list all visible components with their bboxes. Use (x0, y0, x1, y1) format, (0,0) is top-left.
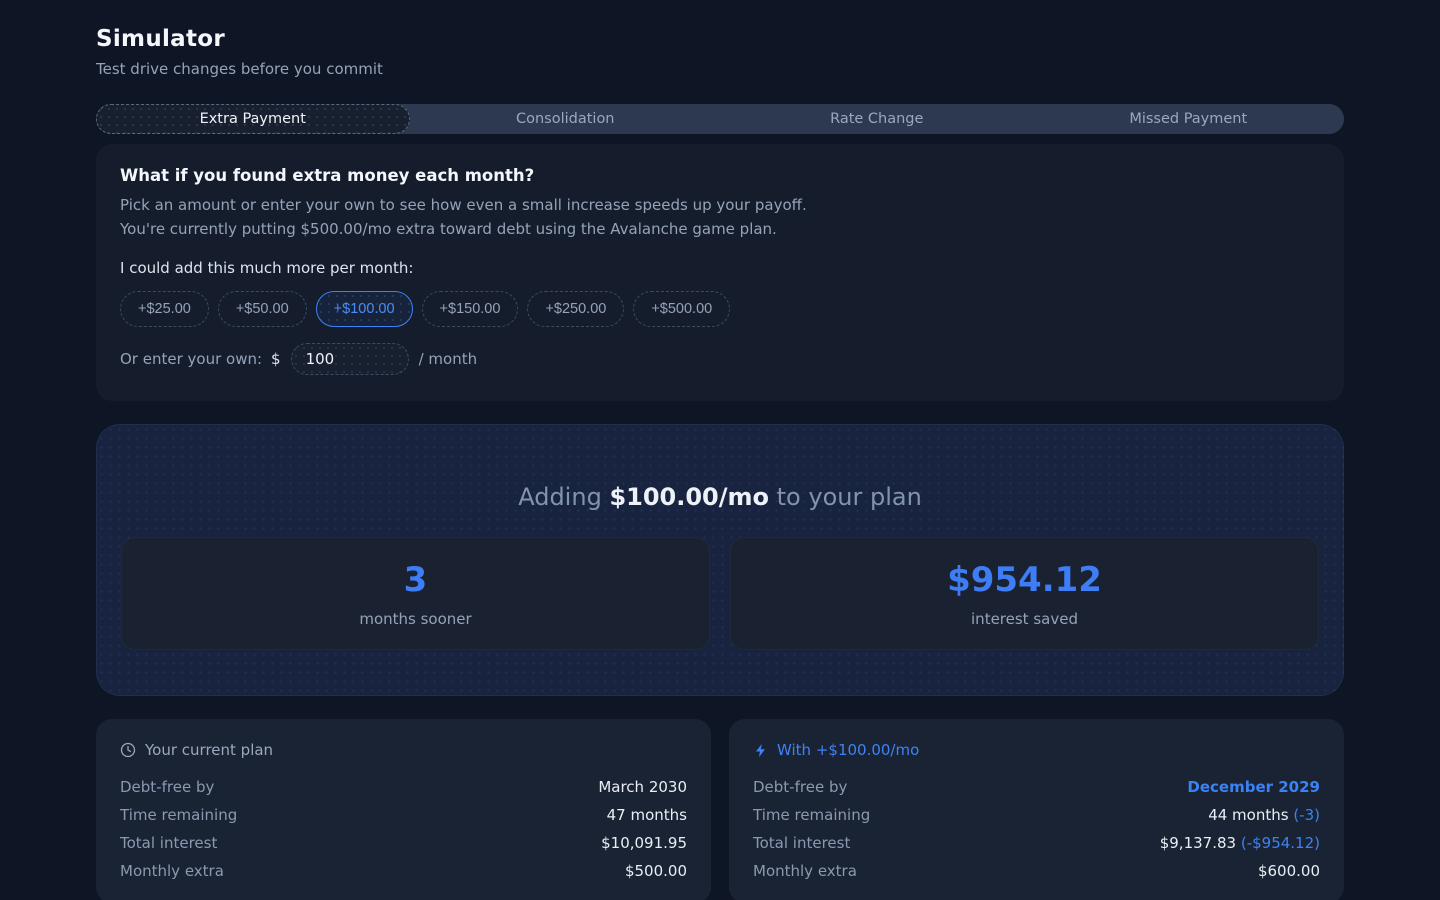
months-sooner-value: 3 (404, 560, 428, 600)
card-description-line2: You're currently putting $500.00/mo extr… (120, 217, 1320, 241)
tab-consolidation[interactable]: Consolidation (410, 104, 722, 134)
row-label: Time remaining (753, 806, 870, 824)
custom-amount-input[interactable] (291, 343, 409, 375)
table-row: Debt-free by March 2030 (120, 773, 687, 801)
months-sooner-stat: 3 months sooner (121, 537, 710, 650)
row-label: Debt-free by (753, 778, 847, 796)
row-value: March 2030 (598, 778, 687, 796)
page-subtitle: Test drive changes before you commit (96, 60, 1344, 78)
tab-missed-payment[interactable]: Missed Payment (1033, 104, 1345, 134)
months-sooner-label: months sooner (359, 610, 471, 628)
clock-icon (120, 742, 136, 758)
card-description: Pick an amount or enter your own to see … (120, 193, 1320, 241)
chip-150[interactable]: +$150.00 (422, 291, 519, 327)
comparison-row: Your current plan Debt-free by March 203… (96, 719, 1344, 900)
table-row: Time remaining 47 months (120, 801, 687, 829)
simulator-tabbar: Extra Payment Consolidation Rate Change … (96, 104, 1344, 134)
interest-saved-label: interest saved (971, 610, 1078, 628)
card-heading: What if you found extra money each month… (120, 166, 1320, 185)
lightning-icon (753, 743, 768, 758)
page-title: Simulator (96, 26, 1344, 52)
row-label: Monthly extra (120, 862, 224, 880)
row-delta: (-$954.12) (1241, 834, 1320, 852)
table-row: Total interest $10,091.95 (120, 829, 687, 857)
row-value: $500.00 (625, 862, 687, 880)
amount-chips-row: +$25.00 +$50.00 +$100.00 +$150.00 +$250.… (120, 291, 1320, 327)
chips-label: I could add this much more per month: (120, 259, 1320, 277)
row-value: 47 months (607, 806, 687, 824)
with-extra-card: With +$100.00/mo Debt-free by December 2… (729, 719, 1344, 900)
per-month-label: / month (419, 350, 478, 368)
interest-saved-value: $954.12 (947, 560, 1102, 600)
row-label: Debt-free by (120, 778, 214, 796)
interest-saved-stat: $954.12 interest saved (730, 537, 1319, 650)
headline-amount: $100.00/mo (609, 483, 769, 511)
row-value: $9,137.83 (1160, 834, 1236, 852)
table-row: Monthly extra $600.00 (753, 857, 1320, 885)
table-row: Debt-free by December 2029 (753, 773, 1320, 801)
with-extra-title: With +$100.00/mo (777, 741, 919, 759)
current-plan-card: Your current plan Debt-free by March 203… (96, 719, 711, 900)
current-plan-title: Your current plan (145, 741, 273, 759)
chip-25[interactable]: +$25.00 (120, 291, 209, 327)
result-panel: Adding $100.00/mo to your plan 3 months … (96, 424, 1344, 696)
row-delta: (-3) (1293, 806, 1320, 824)
current-plan-header: Your current plan (120, 741, 687, 759)
row-value: December 2029 (1187, 778, 1320, 796)
stat-row: 3 months sooner $954.12 interest saved (121, 537, 1319, 650)
with-extra-header: With +$100.00/mo (753, 741, 1320, 759)
card-description-line1: Pick an amount or enter your own to see … (120, 193, 1320, 217)
table-row: Monthly extra $500.00 (120, 857, 687, 885)
chip-250[interactable]: +$250.00 (527, 291, 624, 327)
row-value: 44 months (1208, 806, 1288, 824)
row-label: Monthly extra (753, 862, 857, 880)
tab-rate-change[interactable]: Rate Change (721, 104, 1033, 134)
row-label: Total interest (120, 834, 217, 852)
custom-amount-label: Or enter your own: (120, 350, 262, 368)
row-value: $600.00 (1258, 862, 1320, 880)
with-extra-rows: Debt-free by December 2029 Time remainin… (753, 773, 1320, 885)
table-row: Time remaining 44 months (-3) (753, 801, 1320, 829)
tab-extra-payment[interactable]: Extra Payment (96, 104, 410, 134)
custom-amount-row: Or enter your own: $ / month (120, 343, 1320, 375)
currency-symbol: $ (271, 350, 281, 368)
result-headline: Adding $100.00/mo to your plan (121, 481, 1319, 513)
row-label: Total interest (753, 834, 850, 852)
chip-100[interactable]: +$100.00 (316, 291, 413, 327)
row-label: Time remaining (120, 806, 237, 824)
current-plan-rows: Debt-free by March 2030 Time remaining 4… (120, 773, 687, 885)
table-row: Total interest $9,137.83 (-$954.12) (753, 829, 1320, 857)
headline-post: to your plan (769, 483, 922, 511)
headline-pre: Adding (518, 483, 609, 511)
extra-payment-card: What if you found extra money each month… (96, 144, 1344, 401)
simulator-page: Simulator Test drive changes before you … (96, 0, 1344, 900)
row-value: $10,091.95 (601, 834, 687, 852)
chip-50[interactable]: +$50.00 (218, 291, 307, 327)
chip-500[interactable]: +$500.00 (633, 291, 730, 327)
